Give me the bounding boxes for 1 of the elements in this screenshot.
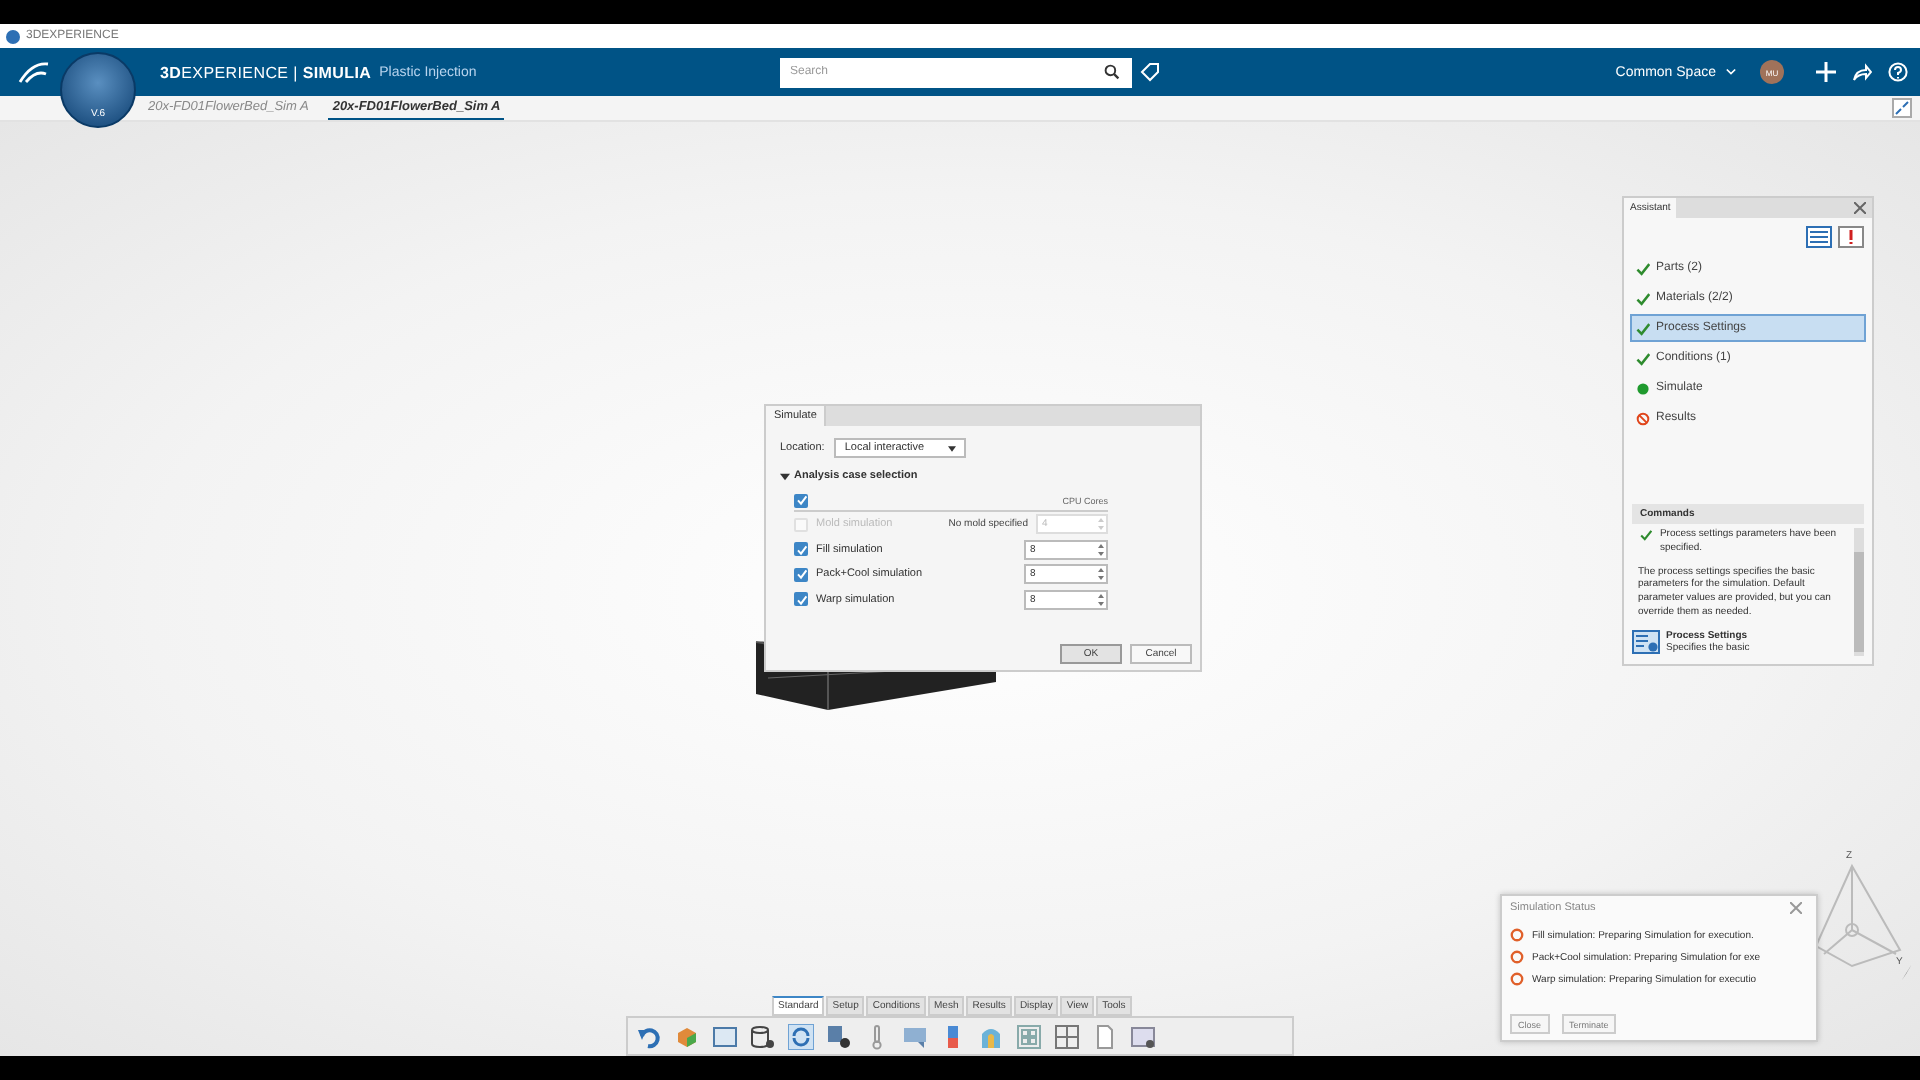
- app-brand: 3DEXPERIENCE | SIMULIA: [160, 63, 372, 81]
